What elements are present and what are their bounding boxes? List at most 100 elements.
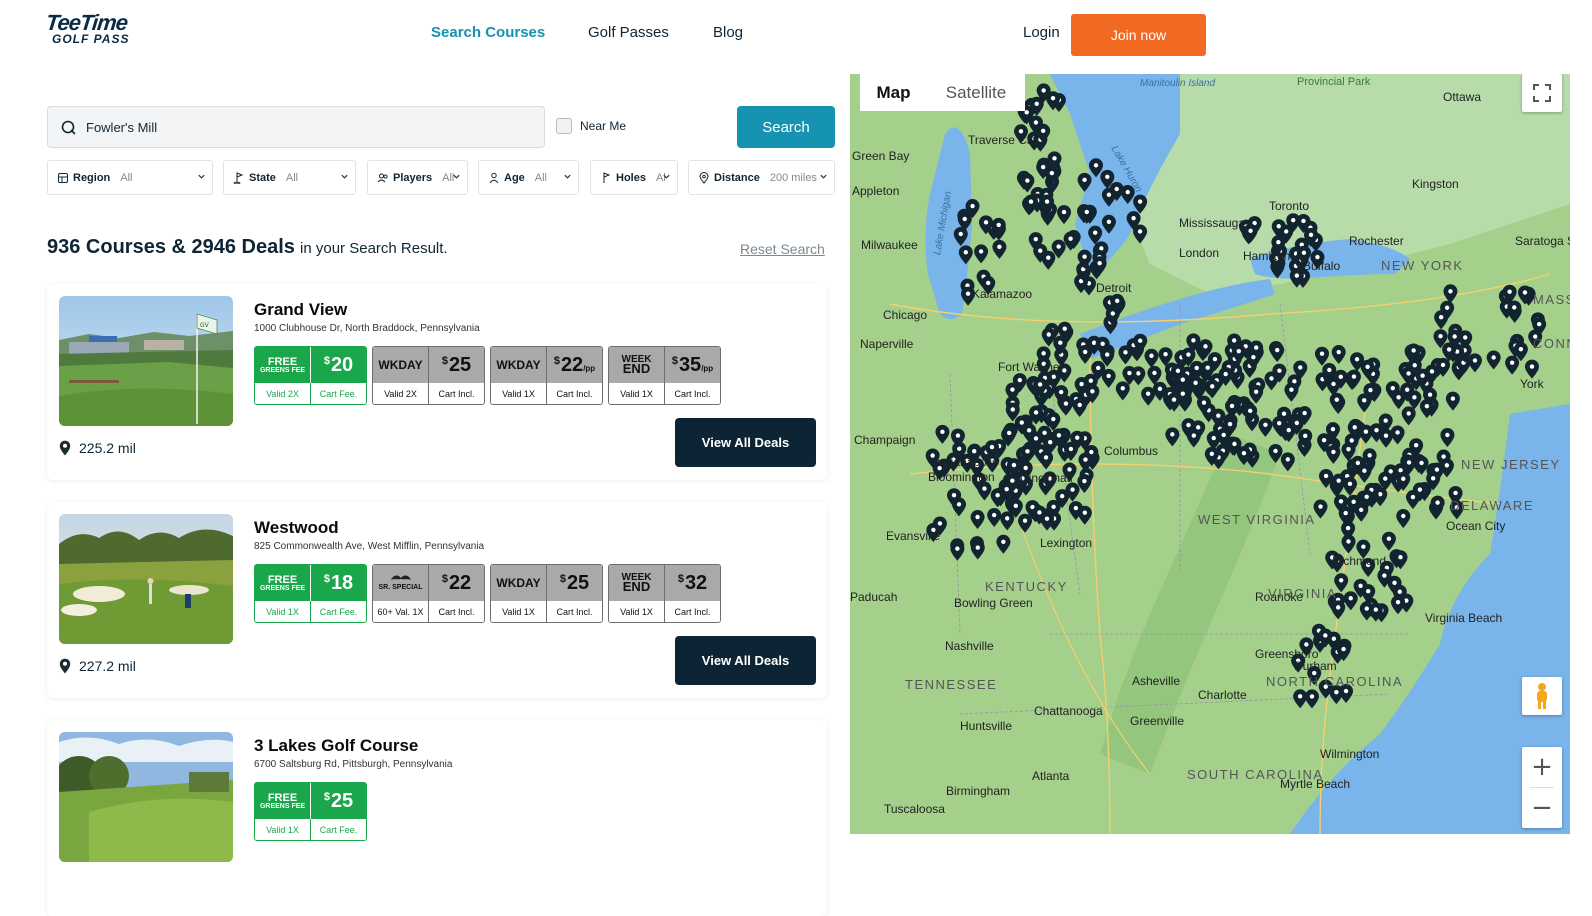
teetime-logo[interactable]: TeeTime GOLF PASS xyxy=(45,10,156,47)
course-marker-dot xyxy=(1191,338,1196,343)
course-marker-dot xyxy=(1346,539,1351,544)
course-card[interactable]: Westwood 825 Commonwealth Ave, West Miff… xyxy=(47,502,827,698)
zoom-out-button[interactable]: − xyxy=(1522,788,1562,828)
course-card[interactable]: GV Grand View 1000 Clubhouse Dr, North B… xyxy=(47,284,827,480)
course-marker-dot xyxy=(1345,525,1351,531)
chevron-down-icon xyxy=(820,174,827,179)
deal-badge[interactable]: SR. SPECIAL $22 60+ Val. 1X Cart Incl. xyxy=(372,564,485,623)
map-tab-satellite[interactable]: Satellite xyxy=(927,74,1025,111)
course-marker-dot xyxy=(1529,364,1535,369)
view-all-deals-button[interactable]: View All Deals xyxy=(675,636,816,685)
course-marker-dot xyxy=(1068,236,1073,241)
course-map[interactable]: Map Satellite + − Ottawa Toronto Mississau… xyxy=(850,74,1570,834)
search-button[interactable]: Search xyxy=(737,106,835,148)
course-marker-dot xyxy=(1110,311,1115,316)
course-marker-dot xyxy=(1472,358,1478,363)
zoom-in-button[interactable]: + xyxy=(1522,747,1562,787)
course-marker-dot xyxy=(1383,476,1388,481)
course-name[interactable]: Westwood xyxy=(254,518,339,538)
nav-search-courses[interactable]: Search Courses xyxy=(431,24,545,41)
course-marker-dot xyxy=(1438,334,1443,339)
map-label: Toronto xyxy=(1269,199,1310,213)
near-me-toggle[interactable]: Near Me xyxy=(556,118,626,134)
course-marker-dot xyxy=(1062,326,1067,331)
course-marker-dot xyxy=(1033,410,1039,415)
course-distance-value: 227.2 mil xyxy=(79,658,136,674)
nav-golf-passes[interactable]: Golf Passes xyxy=(588,24,669,41)
course-marker-dot xyxy=(1397,589,1402,594)
deal-badge[interactable]: WKDAY $25 Valid 1X Cart Incl. xyxy=(490,564,603,623)
course-marker-dot xyxy=(1231,338,1237,343)
deal-price: $25 xyxy=(559,571,590,594)
deal-badge[interactable]: FREE GREENS FEE $20 Valid 2X Cart Fee. xyxy=(254,346,367,405)
deal-validity: Valid 1X xyxy=(620,388,653,399)
course-marker-dot xyxy=(1104,352,1110,357)
course-photo[interactable]: GV xyxy=(59,296,233,426)
deal-badge[interactable]: WEEK END $32 Valid 1X Cart Incl. xyxy=(608,564,721,623)
filter-holes[interactable]: Holes Al xyxy=(590,160,678,195)
map-tab-map[interactable]: Map xyxy=(860,74,927,111)
deal-price: $25 xyxy=(441,353,472,376)
course-marker-dot xyxy=(1450,396,1456,401)
filter-players[interactable]: Players All xyxy=(367,160,468,195)
course-marker-dot xyxy=(1017,377,1023,383)
filter-distance[interactable]: Distance 200 miles xyxy=(688,160,835,195)
course-marker-dot xyxy=(1383,418,1388,423)
course-name[interactable]: 3 Lakes Golf Course xyxy=(254,736,418,756)
join-now-button[interactable]: Join now xyxy=(1071,14,1206,56)
map-canvas[interactable] xyxy=(850,74,1570,834)
course-marker-dot xyxy=(1358,583,1363,589)
course-marker-dot xyxy=(1446,347,1452,352)
course-marker-dot xyxy=(1058,340,1063,345)
course-marker-dot xyxy=(1091,340,1097,345)
course-marker-dot xyxy=(951,493,957,498)
fullscreen-button[interactable] xyxy=(1522,74,1562,112)
course-marker-dot xyxy=(1463,335,1468,340)
course-photo[interactable] xyxy=(59,732,233,862)
filter-state[interactable]: State All xyxy=(223,160,356,195)
deal-badge[interactable]: FREE GREENS FEE $18 Valid 1X Cart Fee. xyxy=(254,564,367,623)
course-marker-dot xyxy=(1335,605,1341,610)
deal-badge[interactable]: WKDAY $25 Valid 2X Cart Incl. xyxy=(372,346,485,405)
map-label: MASS xyxy=(1533,292,1570,307)
chevron-down-icon xyxy=(198,174,205,179)
course-marker-dot xyxy=(1106,219,1112,224)
course-marker-dot xyxy=(1083,457,1088,462)
filter-age[interactable]: Age All xyxy=(478,160,579,195)
course-marker-dot xyxy=(1114,186,1119,192)
map-label: London xyxy=(1179,246,1220,260)
login-link[interactable]: Login xyxy=(1023,24,1060,41)
deal-badge[interactable]: WEEK END $35/pp Valid 1X Cart Incl. xyxy=(608,346,721,405)
course-marker-dot xyxy=(1419,460,1424,466)
near-me-checkbox[interactable] xyxy=(556,118,572,134)
course-marker-dot xyxy=(1362,468,1367,473)
course-marker-dot xyxy=(1401,476,1406,481)
course-photo[interactable] xyxy=(59,514,233,644)
deal-badge[interactable]: WKDAY $22/pp Valid 1X Cart Incl. xyxy=(490,346,603,405)
map-label: CONNE xyxy=(1533,336,1570,351)
filter-region[interactable]: Region All xyxy=(47,160,213,195)
map-label: NEW JERSEY xyxy=(1461,457,1561,472)
view-all-deals-button[interactable]: View All Deals xyxy=(675,418,816,467)
search-input[interactable] xyxy=(86,107,526,147)
course-marker-dot xyxy=(1040,128,1046,134)
course-marker-dot xyxy=(1034,101,1039,106)
filter-players-label: Players xyxy=(393,171,433,184)
deal-badge[interactable]: FREE GREENS FEE $25 Valid 1X Cart Fee. xyxy=(254,782,367,841)
course-photo-image xyxy=(59,514,233,644)
course-marker-dot xyxy=(1236,348,1241,354)
course-card[interactable]: 3 Lakes Golf Course 6700 Saltsburg Rd, P… xyxy=(47,720,827,916)
course-marker-dot xyxy=(1062,368,1067,373)
street-view-button[interactable] xyxy=(1522,677,1562,715)
course-name[interactable]: Grand View xyxy=(254,300,347,320)
course-marker-dot xyxy=(1049,170,1055,176)
map-label: DELAWARE xyxy=(1450,498,1534,513)
course-marker-dot xyxy=(1303,433,1308,439)
reset-search-link[interactable]: Reset Search xyxy=(740,241,825,257)
nav-blog[interactable]: Blog xyxy=(713,24,743,41)
course-marker-dot xyxy=(1241,450,1247,456)
map-label: Lexington xyxy=(1040,536,1093,550)
course-marker-dot xyxy=(1090,389,1095,394)
course-marker-dot xyxy=(989,444,995,450)
map-label: Detroit xyxy=(1096,281,1132,295)
